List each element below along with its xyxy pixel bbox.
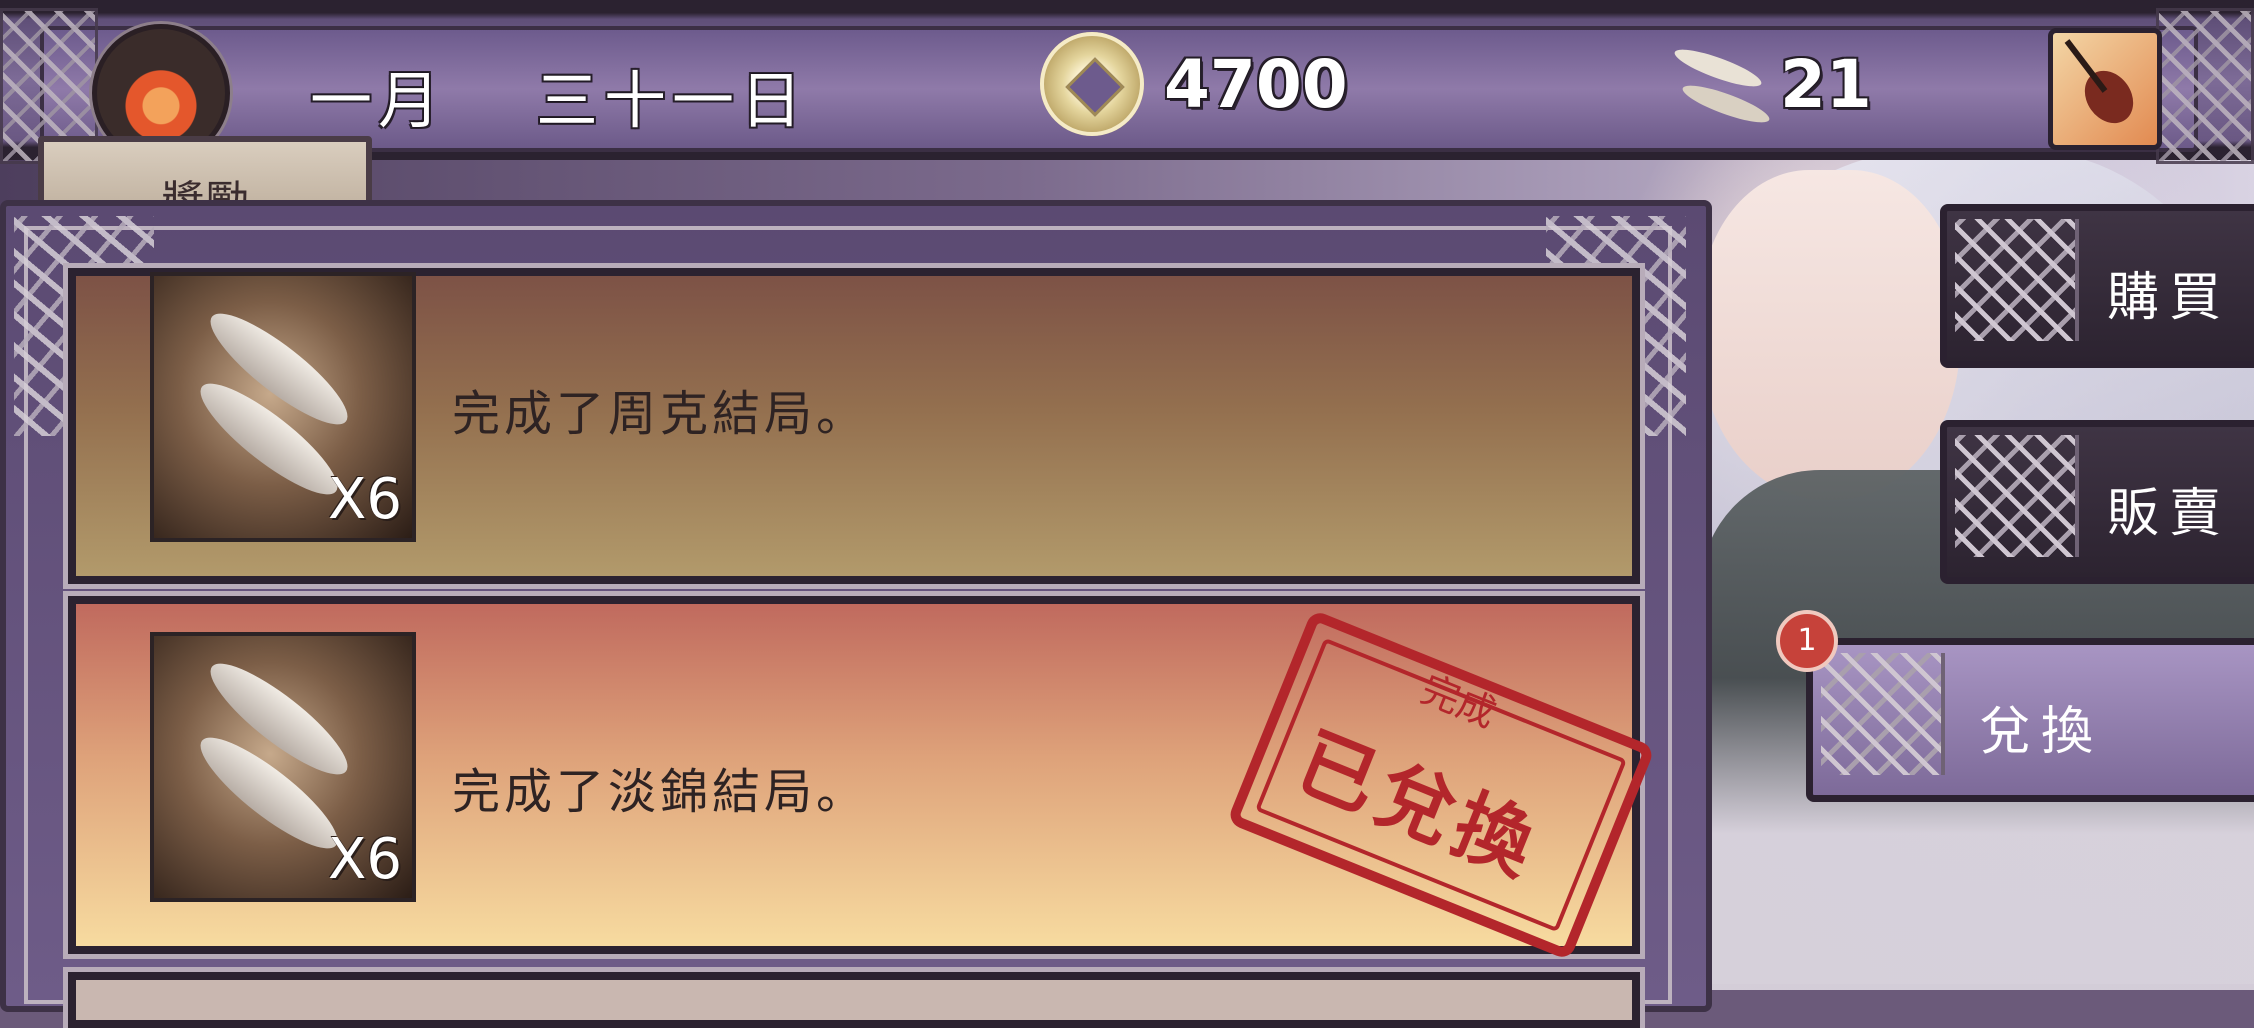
reward-thumbnail: X6 (150, 632, 416, 902)
reward-description: 完成了周克結局。 (452, 386, 869, 442)
reward-card[interactable]: X6 完成了淡錦結局。 完成 已兌換 (68, 596, 1656, 961)
month-label: 一月 (310, 64, 447, 137)
exchange-button-label: 兌換 (1979, 702, 2104, 762)
reward-quantity: X6 (328, 827, 402, 892)
lattice-icon (1955, 219, 2079, 341)
reward-card[interactable]: X6 完成了周克結局。 (68, 268, 1640, 584)
redeemed-stamp: 完成 已兌換 (1226, 609, 1656, 961)
reward-description: 完成了淡錦結局。 (452, 764, 869, 820)
coin-count: 4700 (1164, 46, 1348, 123)
fish-count: 21 (1780, 46, 1872, 123)
buy-button-label: 購買 (2107, 268, 2232, 328)
lattice-icon (1955, 435, 2079, 557)
exchange-notification-badge: 1 (1776, 610, 1838, 672)
exchange-button[interactable]: 兌換 (1806, 638, 2254, 802)
sell-button[interactable]: 販賣 (1940, 420, 2254, 584)
reward-quantity: X6 (328, 467, 402, 532)
dried-fish-icon (1674, 49, 1770, 123)
reward-card-partial[interactable] (68, 972, 1640, 1028)
reward-thumbnail: X6 (150, 272, 416, 542)
lattice-ornament-right (2156, 8, 2254, 164)
lattice-icon (1821, 653, 1945, 775)
sell-button-label: 販賣 (2107, 484, 2232, 544)
buy-button[interactable]: 購買 (1940, 204, 2254, 368)
biwa-lute-icon[interactable] (2048, 28, 2162, 150)
day-label: 三十一日 (536, 64, 809, 137)
coin-icon (1040, 32, 1144, 136)
character-face (1700, 170, 1960, 500)
